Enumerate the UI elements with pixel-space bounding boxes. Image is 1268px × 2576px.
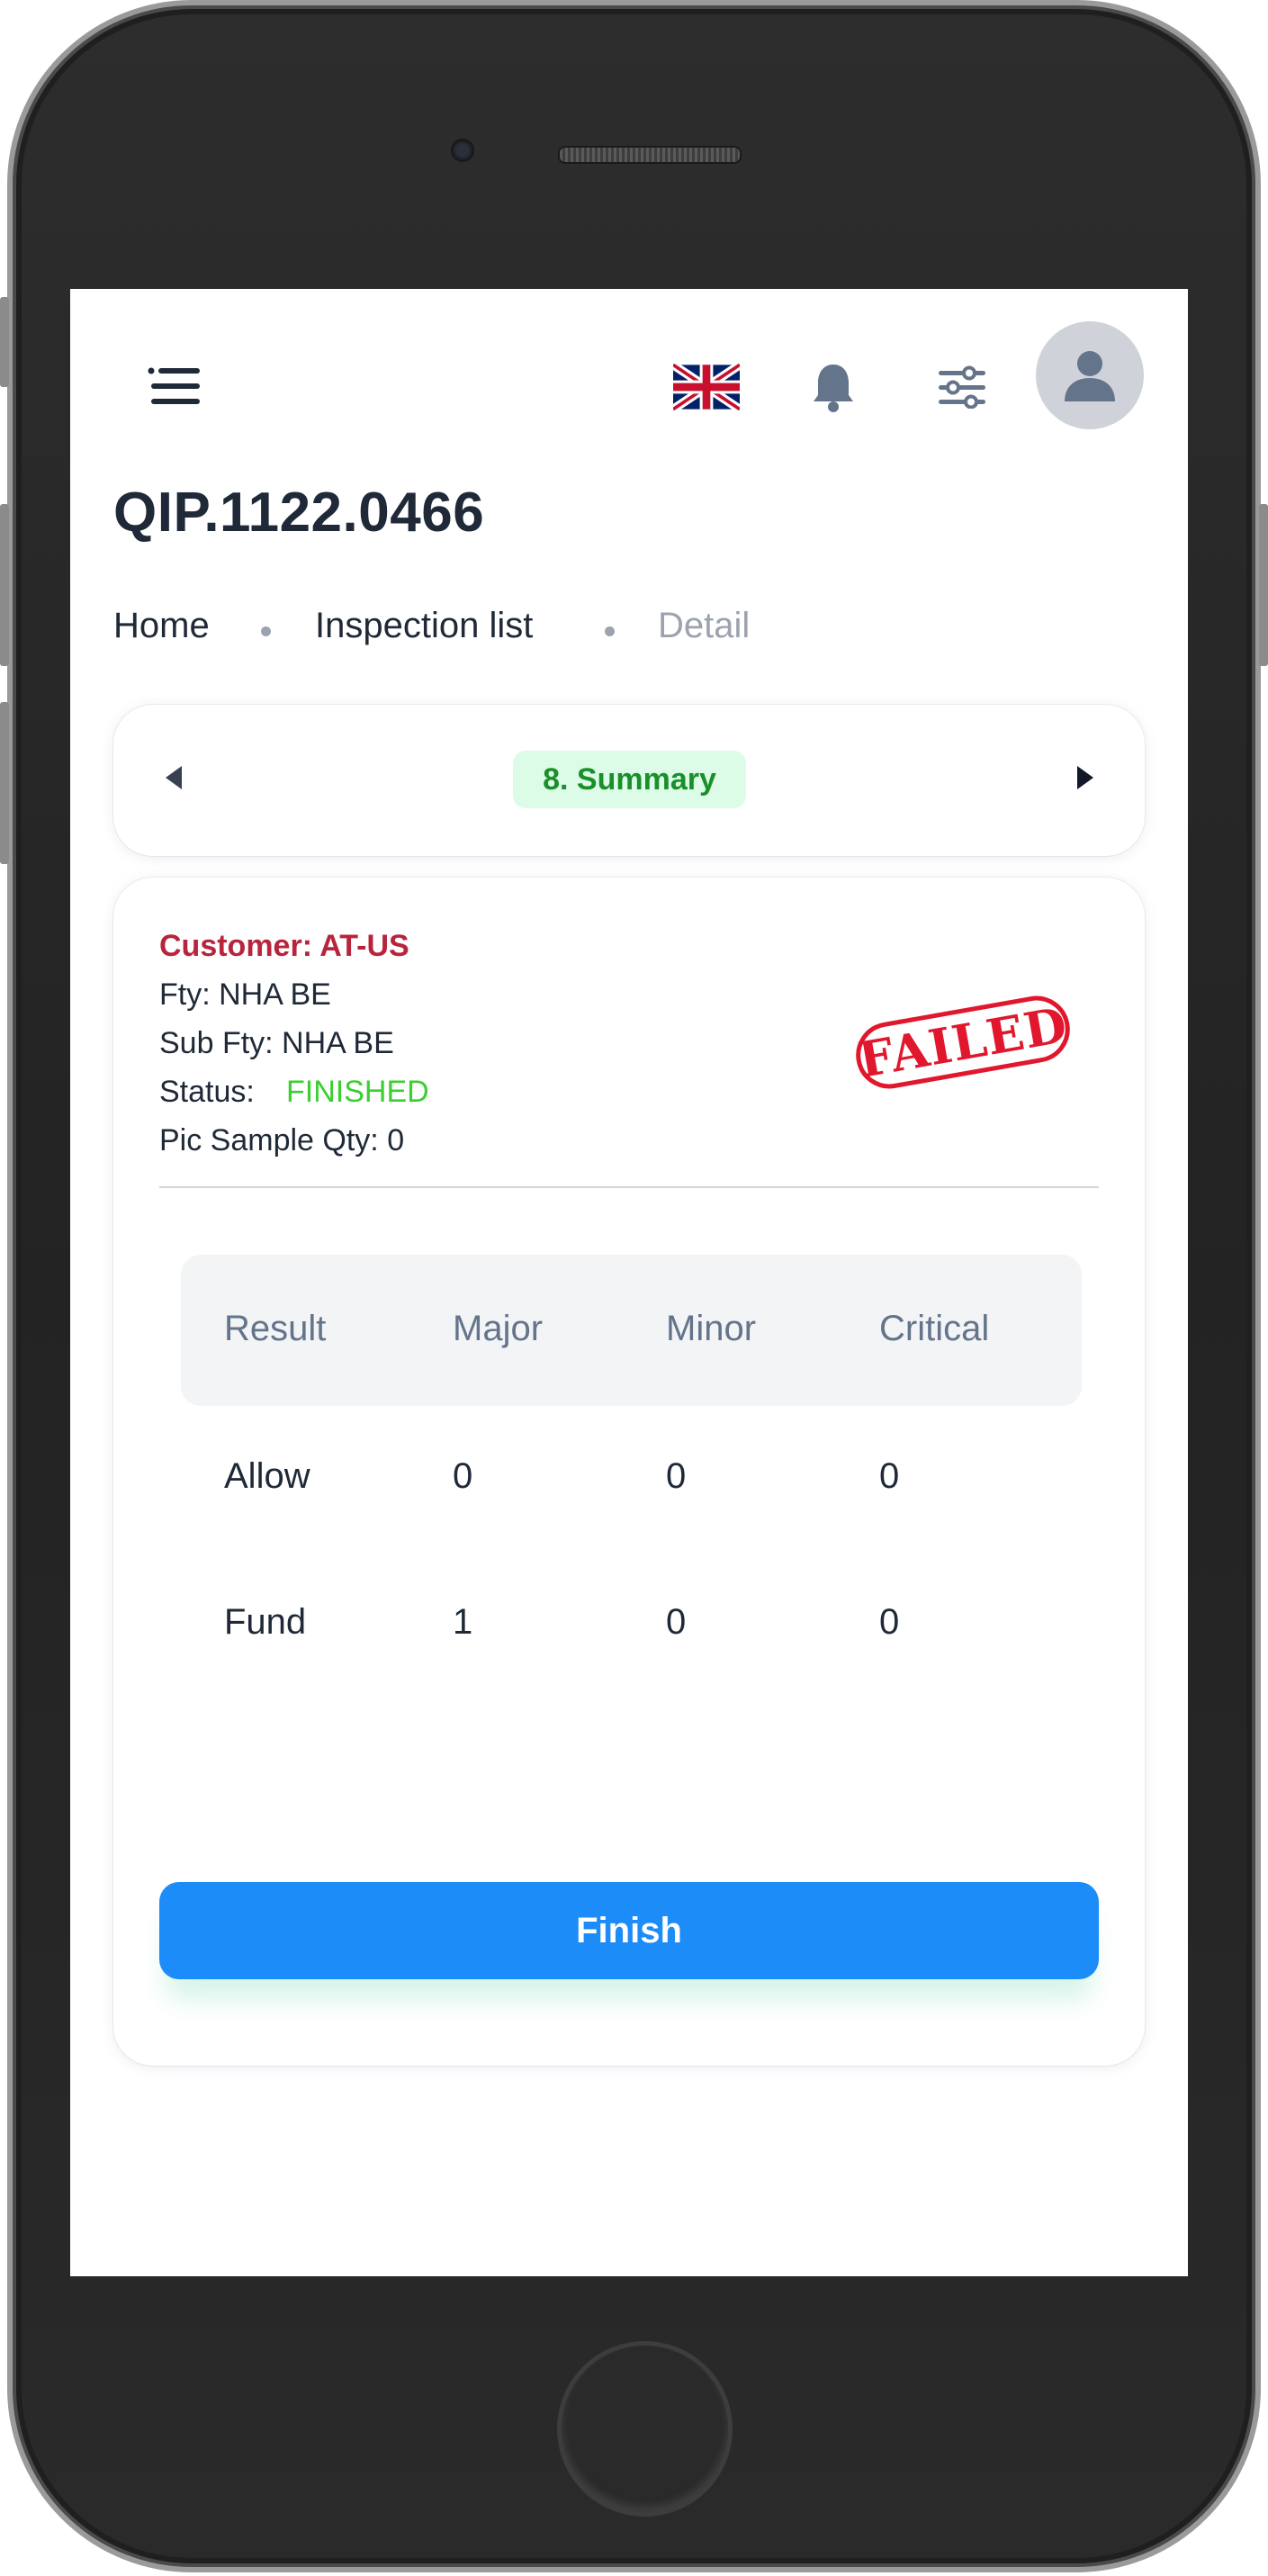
front-camera xyxy=(451,139,474,162)
table-row xyxy=(181,1423,1082,1567)
breadcrumb-home[interactable]: Home xyxy=(113,606,210,646)
table-cell-minor: 0 xyxy=(666,1602,687,1642)
power-button xyxy=(1259,504,1268,666)
page-title: QIP.1122.0466 xyxy=(113,482,485,544)
current-step-badge: 8. Summary xyxy=(513,751,746,808)
column-header-major: Major xyxy=(453,1309,544,1348)
table-cell-minor: 0 xyxy=(666,1456,687,1496)
breadcrumb-inspection-list[interactable]: Inspection list xyxy=(315,606,533,646)
table-cell-result: Fund xyxy=(224,1602,307,1642)
app-screen: QIP.1122.0466 Home Inspection list Detai… xyxy=(70,289,1188,2276)
caret-right-icon[interactable] xyxy=(1054,746,1117,809)
home-button[interactable] xyxy=(557,2341,733,2517)
finish-button[interactable]: Finish xyxy=(159,1882,1099,1979)
uk-flag-icon[interactable] xyxy=(666,347,747,428)
mute-switch xyxy=(0,297,9,387)
table-cell-critical: 0 xyxy=(879,1456,900,1496)
factory-text: Fty: NHA BE xyxy=(159,977,331,1012)
menu-icon[interactable] xyxy=(139,350,211,422)
column-header-minor: Minor xyxy=(666,1309,757,1348)
table-cell-critical: 0 xyxy=(879,1602,900,1642)
bell-icon[interactable] xyxy=(793,347,874,428)
column-header-critical: Critical xyxy=(879,1309,990,1348)
sub-factory-text: Sub Fty: NHA BE xyxy=(159,1026,394,1060)
user-avatar-icon[interactable] xyxy=(1036,321,1144,429)
divider xyxy=(159,1186,1099,1188)
volume-down-button xyxy=(0,702,9,864)
table-cell-major: 0 xyxy=(453,1456,473,1496)
sliders-icon[interactable] xyxy=(922,347,1003,428)
caret-left-icon[interactable] xyxy=(142,746,205,809)
column-header-result: Result xyxy=(224,1309,327,1348)
table-cell-result: Allow xyxy=(224,1456,310,1496)
breadcrumb-separator xyxy=(605,626,615,636)
volume-up-button xyxy=(0,504,9,666)
breadcrumb-detail: Detail xyxy=(658,606,751,645)
pic-sample-qty-text: Pic Sample Qty: 0 xyxy=(159,1123,405,1157)
earpiece-speaker xyxy=(558,146,742,164)
status-badge: FINISHED xyxy=(286,1075,429,1109)
table-row xyxy=(181,1567,1082,1711)
status-label: Status: xyxy=(159,1075,255,1109)
table-cell-major: 1 xyxy=(453,1602,473,1642)
breadcrumb-separator xyxy=(261,626,271,636)
customer-text: Customer: AT-US xyxy=(159,929,409,963)
